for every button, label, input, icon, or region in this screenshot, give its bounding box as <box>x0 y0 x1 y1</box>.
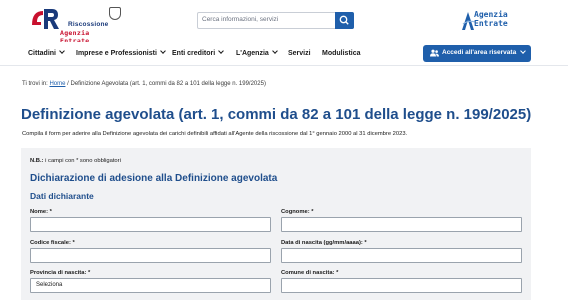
chevron-down-icon <box>160 48 166 54</box>
breadcrumb: Ti trovi in: Home / Definizione Agevolat… <box>22 81 266 87</box>
chevron-down-icon <box>520 48 526 54</box>
nome-label: Nome: * <box>30 209 52 215</box>
data-nascita-field[interactable] <box>281 248 522 263</box>
chevron-down-icon <box>218 48 225 54</box>
breadcrumb-separator: / <box>67 81 69 87</box>
nav-item-label: Modulistica <box>322 50 361 57</box>
required-fields-note: N.B.: i campi con * sono obbligatori <box>30 158 121 164</box>
nav-item-label: L'Agenzia <box>236 50 269 57</box>
search-input[interactable]: Cerca informazioni, servizi <box>197 12 354 29</box>
page-subtitle: Compila il form per aderire alla Definiz… <box>22 131 408 137</box>
chevron-down-icon <box>59 48 65 54</box>
note-text: i campi con * sono obbligatori <box>43 158 121 164</box>
nav-item-servizi[interactable]: Servizi <box>288 50 311 57</box>
cognome-field[interactable] <box>281 217 522 232</box>
nome-field[interactable] <box>30 217 271 232</box>
agenzia-entrate-logo[interactable]: Agenzia Entrate <box>460 10 540 34</box>
login-button[interactable]: Accedi all'area riservata <box>423 45 531 62</box>
comune-nascita-field[interactable] <box>281 278 522 293</box>
breadcrumb-prefix: Ti trovi in: <box>22 81 48 87</box>
ae-r-logo-mark <box>32 9 59 29</box>
riscossione-logo[interactable]: Riscossione Agenzia Entrate <box>30 5 122 45</box>
chevron-down-icon <box>271 48 278 54</box>
page-title: Definizione agevolata (art. 1, commi da … <box>21 106 532 123</box>
login-button-label: Accedi all'area riservata <box>442 49 517 56</box>
search-placeholder: Cerca informazioni, servizi <box>202 16 279 23</box>
logo-text-entrate: Entrate <box>474 19 508 28</box>
nav-item-cittadini[interactable]: Cittadini <box>28 48 65 57</box>
republic-emblem-icon <box>109 7 121 20</box>
form-subsection-title: Dati dichiarante <box>30 191 94 201</box>
provincia-nascita-label: Provincia di nascita: * <box>30 270 91 276</box>
site-header: Riscossione Agenzia Entrate Cerca inform… <box>0 0 568 45</box>
search-button[interactable] <box>335 12 354 29</box>
provincia-nascita-select[interactable]: Seleziona <box>30 278 271 293</box>
nav-item-label: Servizi <box>288 50 311 57</box>
form-section-title: Dichiarazione di adesione alla Definizio… <box>30 173 278 184</box>
logo-text-agenzia: Agenzia <box>474 10 508 19</box>
cognome-label: Cognome: * <box>281 209 314 215</box>
logo-text-riscossione: Riscossione <box>68 21 109 28</box>
data-nascita-label: Data di nascita (gg/mm/aaaa): * <box>281 240 367 246</box>
nav-item-agenzia[interactable]: L'Agenzia <box>236 48 278 57</box>
note-bold: N.B.: <box>30 158 44 164</box>
nav-item-modulistica[interactable]: Modulistica <box>322 50 361 57</box>
breadcrumb-home-link[interactable]: Home <box>49 81 65 87</box>
nav-item-label: Cittadini <box>28 50 56 57</box>
comune-nascita-label: Comune di nascita: * <box>281 270 339 276</box>
breadcrumb-current: Definizione Agevolata (art. 1, commi da … <box>70 81 266 87</box>
nav-item-label: Enti creditori <box>172 50 216 57</box>
nav-item-label: Imprese e Professionisti <box>76 50 157 57</box>
codice-fiscale-field[interactable] <box>30 248 271 263</box>
users-icon <box>430 49 439 57</box>
nav-item-enti-creditori[interactable]: Enti creditori <box>172 48 225 57</box>
nav-item-imprese[interactable]: Imprese e Professionisti <box>76 48 166 57</box>
search-icon <box>339 15 349 25</box>
codice-fiscale-label: Codice fiscale: * <box>30 240 75 246</box>
